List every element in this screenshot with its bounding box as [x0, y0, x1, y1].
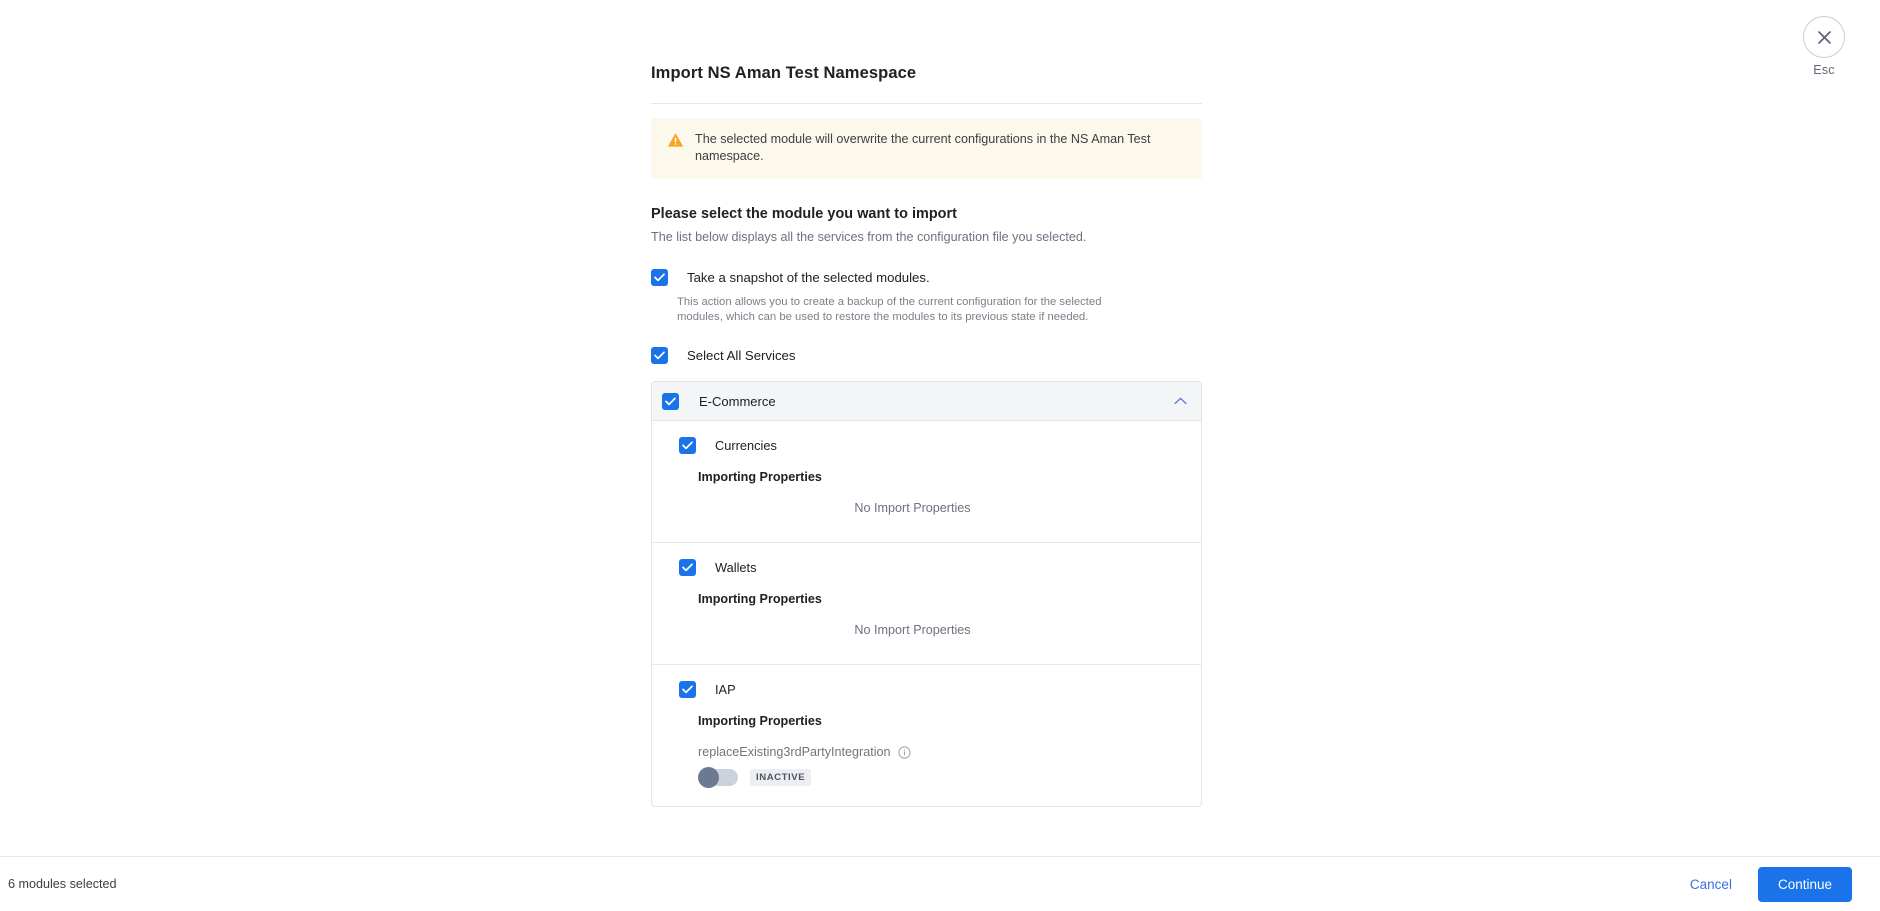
warning-triangle-icon	[667, 132, 684, 153]
service-name: Wallets	[715, 560, 757, 575]
no-import-properties-text: No Import Properties	[854, 623, 971, 637]
continue-button[interactable]: Continue	[1757, 866, 1852, 902]
section-subtitle: The list below displays all the services…	[651, 230, 1087, 244]
property-name: replaceExisting3rdPartyIntegration	[698, 745, 891, 759]
service-name: Currencies	[715, 438, 777, 453]
module-header[interactable]: E-Commerce	[652, 382, 1201, 421]
modules-selected-status: 6 modules selected	[8, 877, 117, 891]
chevron-up-icon[interactable]	[1174, 397, 1187, 405]
section-title: Please select the module you want to imp…	[651, 206, 958, 222]
importing-properties-title: Importing Properties	[698, 592, 822, 606]
snapshot-description: This action allows you to create a backu…	[677, 296, 1102, 323]
replace-existing-integration-toggle[interactable]	[698, 767, 738, 788]
property-toggle-row: INACTIVE	[698, 767, 1201, 788]
service-checkbox[interactable]	[679, 681, 696, 698]
service-name: IAP	[715, 682, 736, 697]
importing-properties-title: Importing Properties	[698, 470, 822, 484]
select-all-services-row: Select All Services	[651, 347, 1202, 364]
module-checkbox[interactable]	[662, 392, 679, 410]
select-all-label: Select All Services	[687, 348, 796, 363]
no-import-properties-text: No Import Properties	[854, 501, 971, 515]
property-name-row: replaceExisting3rdPartyIntegration	[698, 745, 1201, 759]
service-item: Wallets Importing Properties No Import P…	[652, 543, 1201, 665]
warning-text: The selected module will overwrite the c…	[695, 132, 1151, 163]
close-dialog-control[interactable]: Esc	[1792, 16, 1856, 77]
close-button[interactable]	[1803, 16, 1845, 58]
importing-properties-title: Importing Properties	[698, 714, 822, 728]
service-item: Currencies Importing Properties No Impor…	[652, 421, 1201, 543]
service-checkbox[interactable]	[679, 559, 696, 576]
snapshot-checkbox[interactable]	[651, 269, 668, 286]
info-icon[interactable]	[897, 745, 911, 759]
property-row: replaceExisting3rdPartyIntegration INACT…	[698, 745, 1201, 806]
service-checkbox[interactable]	[679, 437, 696, 454]
esc-label: Esc	[1813, 63, 1835, 77]
service-header: Currencies	[652, 437, 1201, 454]
dialog-footer: 6 modules selected Cancel Continue	[0, 856, 1880, 911]
import-module-dialog: Esc Import NS Aman Test Namespace The se…	[0, 0, 1880, 911]
cancel-button[interactable]: Cancel	[1676, 869, 1746, 900]
status-badge: INACTIVE	[750, 769, 812, 786]
dialog-content-column: Import NS Aman Test Namespace The select…	[651, 0, 1202, 866]
service-header: IAP	[652, 681, 1201, 698]
service-item: IAP Importing Properties replaceExisting…	[652, 665, 1201, 806]
service-header: Wallets	[652, 559, 1201, 576]
dialog-title: Import NS Aman Test Namespace	[651, 64, 917, 82]
title-divider	[651, 103, 1202, 104]
snapshot-label: Take a snapshot of the selected modules.	[687, 270, 930, 285]
module-card-ecommerce: E-Commerce Currencies Importing Properti…	[651, 381, 1202, 807]
toggle-knob	[698, 767, 719, 788]
snapshot-option-row: Take a snapshot of the selected modules.	[651, 269, 1202, 286]
close-icon	[1816, 29, 1833, 46]
warning-banner: The selected module will overwrite the c…	[651, 118, 1202, 179]
module-name: E-Commerce	[699, 393, 776, 409]
select-all-checkbox[interactable]	[651, 347, 668, 364]
